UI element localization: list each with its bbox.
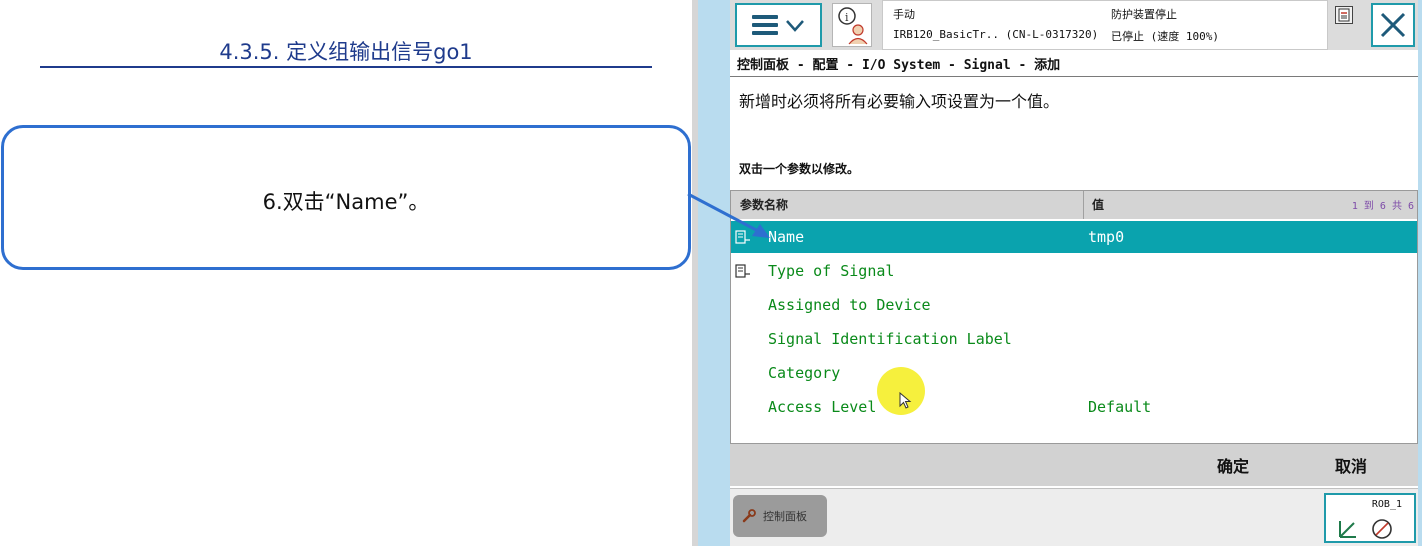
control-panel-task-label: 控制面板: [763, 510, 807, 523]
parameter-table: 参数名称 值 1 到 6 共 6 Name tmp0 Type of Signa…: [730, 190, 1418, 444]
close-icon: [1380, 12, 1406, 38]
row-label: Access Level: [768, 398, 877, 416]
row-label: Signal Identification Label: [768, 330, 1012, 348]
pendant-frame-right: [1418, 0, 1422, 546]
chevron-down-icon: [785, 20, 804, 32]
action-bar: 确定 取消: [730, 444, 1418, 486]
table-row[interactable]: Access Level Default: [731, 391, 1417, 423]
table-header: 参数名称 值 1 到 6 共 6: [731, 191, 1417, 219]
operating-mode: 手动: [893, 8, 915, 21]
mouse-pointer-icon: [899, 392, 912, 409]
breadcrumb-divider: [730, 76, 1418, 77]
row-label: Type of Signal: [768, 262, 895, 280]
callout-pointer-arrow: [687, 192, 770, 238]
jog-coordinate-icon: [1339, 519, 1392, 539]
control-panel-task-button[interactable]: 控制面板: [733, 495, 827, 537]
row-value: Default: [1088, 398, 1152, 416]
quickset-button[interactable]: ROB_1: [1324, 493, 1416, 543]
required-field-icon: [735, 264, 750, 278]
status-area[interactable]: 手动 IRB120_BasicTr.. (CN-L-0317320) 防护装置停…: [882, 0, 1328, 50]
close-button[interactable]: [1371, 3, 1415, 47]
ok-button[interactable]: 确定: [1177, 444, 1289, 486]
robot-system-name: IRB120_BasicTr.. (CN-L-0317320): [893, 28, 1099, 41]
page-instruction: 新增时必须将所有必要输入项设置为一个值。: [739, 92, 1060, 111]
callout-text: 6.双击“Name”。: [262, 190, 430, 214]
row-value: tmp0: [1088, 228, 1125, 246]
table-row[interactable]: Assigned to Device: [731, 289, 1417, 321]
run-state: 已停止 (速度 100%): [1111, 30, 1219, 43]
row-label: Assigned to Device: [768, 296, 931, 314]
table-row[interactable]: Type of Signal: [731, 255, 1417, 287]
wrench-icon: [742, 509, 756, 523]
table-row[interactable]: Category: [731, 357, 1417, 389]
table-row[interactable]: Name tmp0: [731, 221, 1417, 253]
svg-text:i: i: [845, 11, 849, 24]
guard-status: 防护装置停止: [1111, 8, 1177, 21]
pendant-frame-left: [698, 0, 730, 546]
header-value: 值: [1092, 198, 1105, 212]
tutorial-slide: 4.3.5. 定义组输出信号go1 6.双击“Name”。: [0, 0, 692, 546]
page-sub-instruction: 双击一个参数以修改。: [739, 162, 860, 176]
taskbar: 控制面板 ROB_1: [730, 488, 1418, 546]
event-log-icon[interactable]: [1335, 6, 1353, 24]
event-info-icon[interactable]: i: [832, 3, 872, 47]
main-menu-button[interactable]: [735, 3, 822, 47]
breadcrumb: 控制面板 - 配置 - I/O System - Signal - 添加: [737, 58, 1061, 73]
header-separator: [1083, 191, 1084, 219]
hamburger-icon: [751, 15, 778, 35]
slide-title: 4.3.5. 定义组输出信号go1: [219, 40, 473, 64]
title-underline: [40, 66, 652, 68]
flexpendant-screen: i 手动 IRB120_BasicTr.. (CN-L-0317320) 防护装…: [730, 0, 1418, 546]
row-label: Category: [768, 364, 841, 382]
table-row[interactable]: Signal Identification Label: [731, 323, 1417, 355]
row-count: 1 到 6 共 6: [1351, 201, 1414, 212]
top-bar: i 手动 IRB120_BasicTr.. (CN-L-0317320) 防护装…: [730, 0, 1418, 50]
cancel-button[interactable]: 取消: [1295, 444, 1407, 486]
instruction-callout: 6.双击“Name”。: [1, 125, 691, 270]
